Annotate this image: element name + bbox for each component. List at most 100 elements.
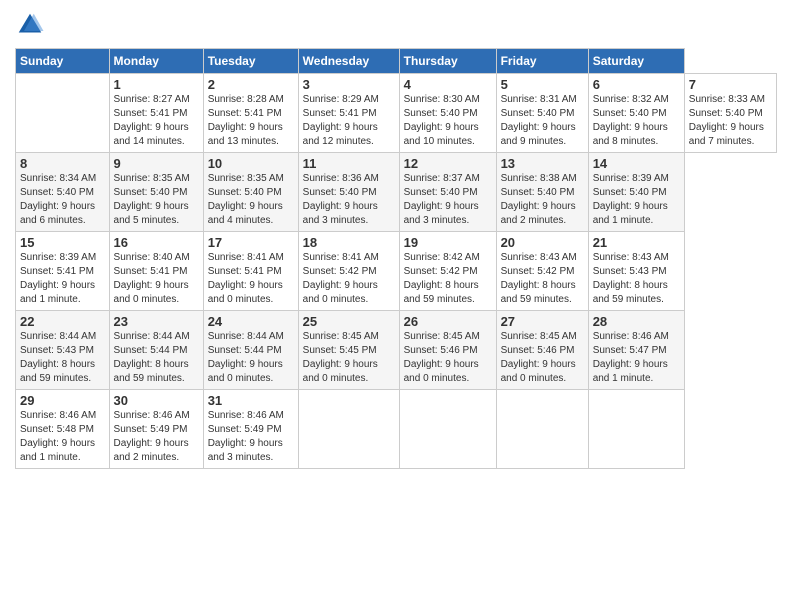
day-number: 29: [20, 393, 105, 408]
day-number: 18: [303, 235, 395, 250]
day-cell: 8 Sunrise: 8:34 AM Sunset: 5:40 PM Dayli…: [16, 153, 110, 232]
day-cell: [588, 390, 684, 469]
day-info: Sunrise: 8:44 AM Sunset: 5:44 PM Dayligh…: [208, 330, 294, 386]
week-row-4: 29 Sunrise: 8:46 AM Sunset: 5:48 PM Dayl…: [16, 390, 777, 469]
day-number: 3: [303, 77, 395, 92]
day-info: Sunrise: 8:35 AM Sunset: 5:40 PM Dayligh…: [114, 172, 199, 228]
week-row-2: 15 Sunrise: 8:39 AM Sunset: 5:41 PM Dayl…: [16, 232, 777, 311]
day-cell: 25 Sunrise: 8:45 AM Sunset: 5:45 PM Dayl…: [298, 311, 399, 390]
day-cell: 3 Sunrise: 8:29 AM Sunset: 5:41 PM Dayli…: [298, 74, 399, 153]
day-number: 4: [404, 77, 492, 92]
logo-icon: [15, 10, 45, 40]
day-number: 20: [501, 235, 584, 250]
day-info: Sunrise: 8:45 AM Sunset: 5:46 PM Dayligh…: [404, 330, 492, 386]
day-cell: 14 Sunrise: 8:39 AM Sunset: 5:40 PM Dayl…: [588, 153, 684, 232]
header: [15, 10, 777, 40]
day-info: Sunrise: 8:46 AM Sunset: 5:49 PM Dayligh…: [208, 409, 294, 465]
day-info: Sunrise: 8:40 AM Sunset: 5:41 PM Dayligh…: [114, 251, 199, 307]
day-number: 9: [114, 156, 199, 171]
day-number: 28: [593, 314, 680, 329]
page: SundayMondayTuesdayWednesdayThursdayFrid…: [0, 0, 792, 612]
day-number: 30: [114, 393, 199, 408]
day-number: 14: [593, 156, 680, 171]
day-number: 22: [20, 314, 105, 329]
day-info: Sunrise: 8:28 AM Sunset: 5:41 PM Dayligh…: [208, 93, 294, 149]
day-cell: [496, 390, 588, 469]
day-cell: 1 Sunrise: 8:27 AM Sunset: 5:41 PM Dayli…: [109, 74, 203, 153]
week-row-1: 8 Sunrise: 8:34 AM Sunset: 5:40 PM Dayli…: [16, 153, 777, 232]
day-info: Sunrise: 8:34 AM Sunset: 5:40 PM Dayligh…: [20, 172, 105, 228]
day-number: 2: [208, 77, 294, 92]
day-cell: 5 Sunrise: 8:31 AM Sunset: 5:40 PM Dayli…: [496, 74, 588, 153]
day-cell: [16, 74, 110, 153]
day-cell: 15 Sunrise: 8:39 AM Sunset: 5:41 PM Dayl…: [16, 232, 110, 311]
day-number: 5: [501, 77, 584, 92]
day-info: Sunrise: 8:46 AM Sunset: 5:49 PM Dayligh…: [114, 409, 199, 465]
day-info: Sunrise: 8:41 AM Sunset: 5:41 PM Dayligh…: [208, 251, 294, 307]
weekday-tuesday: Tuesday: [203, 49, 298, 74]
day-cell: 23 Sunrise: 8:44 AM Sunset: 5:44 PM Dayl…: [109, 311, 203, 390]
day-cell: 21 Sunrise: 8:43 AM Sunset: 5:43 PM Dayl…: [588, 232, 684, 311]
day-info: Sunrise: 8:30 AM Sunset: 5:40 PM Dayligh…: [404, 93, 492, 149]
day-number: 6: [593, 77, 680, 92]
week-row-0: 1 Sunrise: 8:27 AM Sunset: 5:41 PM Dayli…: [16, 74, 777, 153]
day-info: Sunrise: 8:46 AM Sunset: 5:47 PM Dayligh…: [593, 330, 680, 386]
day-cell: 24 Sunrise: 8:44 AM Sunset: 5:44 PM Dayl…: [203, 311, 298, 390]
day-info: Sunrise: 8:45 AM Sunset: 5:46 PM Dayligh…: [501, 330, 584, 386]
day-number: 15: [20, 235, 105, 250]
day-cell: 7 Sunrise: 8:33 AM Sunset: 5:40 PM Dayli…: [684, 74, 776, 153]
day-cell: 30 Sunrise: 8:46 AM Sunset: 5:49 PM Dayl…: [109, 390, 203, 469]
logo: [15, 10, 49, 40]
day-cell: 2 Sunrise: 8:28 AM Sunset: 5:41 PM Dayli…: [203, 74, 298, 153]
day-info: Sunrise: 8:42 AM Sunset: 5:42 PM Dayligh…: [404, 251, 492, 307]
day-number: 17: [208, 235, 294, 250]
day-info: Sunrise: 8:38 AM Sunset: 5:40 PM Dayligh…: [501, 172, 584, 228]
day-number: 23: [114, 314, 199, 329]
day-info: Sunrise: 8:37 AM Sunset: 5:40 PM Dayligh…: [404, 172, 492, 228]
calendar: SundayMondayTuesdayWednesdayThursdayFrid…: [15, 48, 777, 469]
day-info: Sunrise: 8:41 AM Sunset: 5:42 PM Dayligh…: [303, 251, 395, 307]
weekday-sunday: Sunday: [16, 49, 110, 74]
day-number: 11: [303, 156, 395, 171]
day-cell: 12 Sunrise: 8:37 AM Sunset: 5:40 PM Dayl…: [399, 153, 496, 232]
day-info: Sunrise: 8:44 AM Sunset: 5:43 PM Dayligh…: [20, 330, 105, 386]
day-info: Sunrise: 8:43 AM Sunset: 5:43 PM Dayligh…: [593, 251, 680, 307]
day-number: 26: [404, 314, 492, 329]
day-cell: 28 Sunrise: 8:46 AM Sunset: 5:47 PM Dayl…: [588, 311, 684, 390]
weekday-friday: Friday: [496, 49, 588, 74]
calendar-body: 1 Sunrise: 8:27 AM Sunset: 5:41 PM Dayli…: [16, 74, 777, 469]
day-cell: 31 Sunrise: 8:46 AM Sunset: 5:49 PM Dayl…: [203, 390, 298, 469]
day-cell: 4 Sunrise: 8:30 AM Sunset: 5:40 PM Dayli…: [399, 74, 496, 153]
day-info: Sunrise: 8:39 AM Sunset: 5:41 PM Dayligh…: [20, 251, 105, 307]
day-info: Sunrise: 8:43 AM Sunset: 5:42 PM Dayligh…: [501, 251, 584, 307]
day-info: Sunrise: 8:44 AM Sunset: 5:44 PM Dayligh…: [114, 330, 199, 386]
weekday-wednesday: Wednesday: [298, 49, 399, 74]
day-number: 16: [114, 235, 199, 250]
day-cell: [399, 390, 496, 469]
day-info: Sunrise: 8:36 AM Sunset: 5:40 PM Dayligh…: [303, 172, 395, 228]
day-number: 21: [593, 235, 680, 250]
day-cell: 9 Sunrise: 8:35 AM Sunset: 5:40 PM Dayli…: [109, 153, 203, 232]
day-number: 8: [20, 156, 105, 171]
day-info: Sunrise: 8:46 AM Sunset: 5:48 PM Dayligh…: [20, 409, 105, 465]
day-cell: 18 Sunrise: 8:41 AM Sunset: 5:42 PM Dayl…: [298, 232, 399, 311]
day-info: Sunrise: 8:39 AM Sunset: 5:40 PM Dayligh…: [593, 172, 680, 228]
weekday-thursday: Thursday: [399, 49, 496, 74]
day-cell: 29 Sunrise: 8:46 AM Sunset: 5:48 PM Dayl…: [16, 390, 110, 469]
day-cell: 6 Sunrise: 8:32 AM Sunset: 5:40 PM Dayli…: [588, 74, 684, 153]
day-cell: 20 Sunrise: 8:43 AM Sunset: 5:42 PM Dayl…: [496, 232, 588, 311]
day-number: 27: [501, 314, 584, 329]
week-row-3: 22 Sunrise: 8:44 AM Sunset: 5:43 PM Dayl…: [16, 311, 777, 390]
day-number: 19: [404, 235, 492, 250]
day-info: Sunrise: 8:27 AM Sunset: 5:41 PM Dayligh…: [114, 93, 199, 149]
day-number: 7: [689, 77, 772, 92]
weekday-header: SundayMondayTuesdayWednesdayThursdayFrid…: [16, 49, 777, 74]
day-info: Sunrise: 8:45 AM Sunset: 5:45 PM Dayligh…: [303, 330, 395, 386]
day-cell: 16 Sunrise: 8:40 AM Sunset: 5:41 PM Dayl…: [109, 232, 203, 311]
day-info: Sunrise: 8:31 AM Sunset: 5:40 PM Dayligh…: [501, 93, 584, 149]
weekday-monday: Monday: [109, 49, 203, 74]
day-cell: 11 Sunrise: 8:36 AM Sunset: 5:40 PM Dayl…: [298, 153, 399, 232]
day-cell: 26 Sunrise: 8:45 AM Sunset: 5:46 PM Dayl…: [399, 311, 496, 390]
day-cell: 22 Sunrise: 8:44 AM Sunset: 5:43 PM Dayl…: [16, 311, 110, 390]
day-number: 10: [208, 156, 294, 171]
